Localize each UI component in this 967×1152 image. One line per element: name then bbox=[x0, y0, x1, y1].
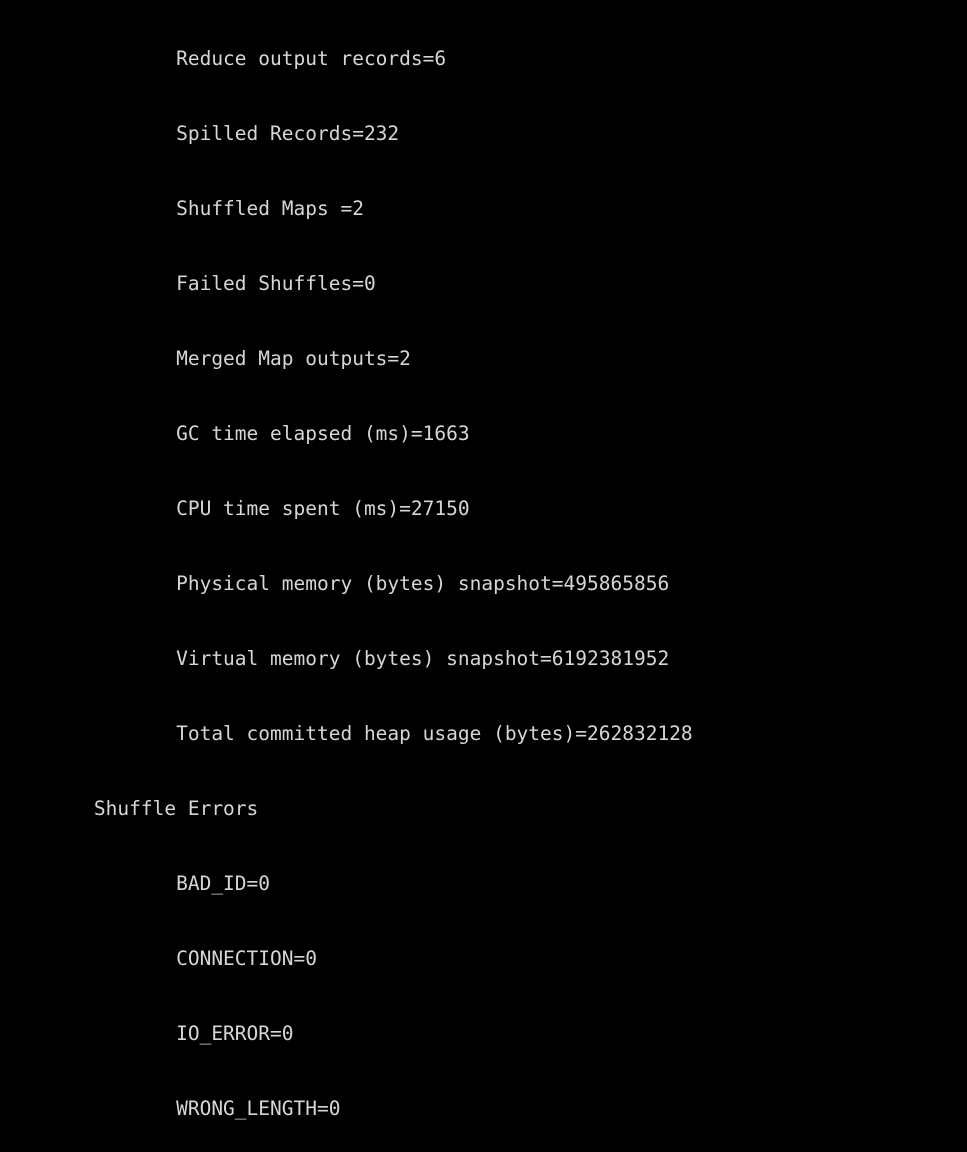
terminal-line: Total committed heap usage (bytes)=26283… bbox=[0, 722, 693, 745]
terminal-line: Reduce output records=6 bbox=[0, 47, 447, 70]
terminal-line: Shuffled Maps =2 bbox=[0, 197, 364, 220]
terminal-line: Virtual memory (bytes) snapshot=61923819… bbox=[0, 647, 670, 670]
terminal-screen: Reduce output records=6 Spilled Records=… bbox=[0, 0, 967, 1152]
terminal-line: GC time elapsed (ms)=1663 bbox=[0, 422, 470, 445]
terminal-line: CONNECTION=0 bbox=[0, 947, 317, 970]
terminal-line: CPU time spent (ms)=27150 bbox=[0, 497, 470, 520]
terminal-window[interactable]: Reduce output records=6 Spilled Records=… bbox=[0, 0, 967, 1120]
terminal-line: WRONG_LENGTH=0 bbox=[0, 1097, 341, 1120]
terminal-line: Merged Map outputs=2 bbox=[0, 347, 411, 370]
terminal-line: BAD_ID=0 bbox=[0, 872, 271, 895]
terminal-line: IO_ERROR=0 bbox=[0, 1022, 294, 1045]
terminal-line: Physical memory (bytes) snapshot=4958658… bbox=[0, 572, 670, 595]
terminal-line: Failed Shuffles=0 bbox=[0, 272, 376, 295]
terminal-line: Spilled Records=232 bbox=[0, 122, 400, 145]
terminal-section-header: Shuffle Errors bbox=[0, 797, 259, 820]
